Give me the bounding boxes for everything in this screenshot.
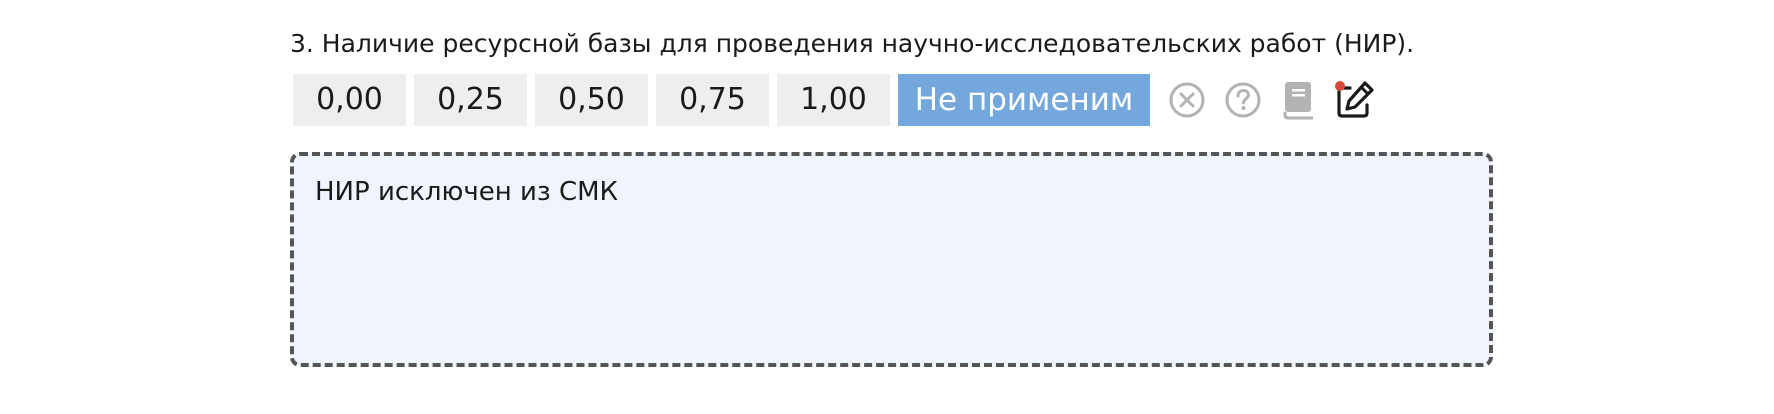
question-title: 3. Наличие ресурсной базы для проведения… — [290, 29, 1415, 58]
score-option-0-00[interactable]: 0,00 — [293, 74, 406, 126]
score-option-0-25[interactable]: 0,25 — [414, 74, 527, 126]
score-options-row: 0,00 0,25 0,50 0,75 1,00 Не применим — [293, 74, 1386, 126]
question-circle-icon[interactable] — [1218, 74, 1268, 126]
comment-box[interactable]: НИР исключен из СМК — [290, 152, 1493, 367]
edit-icon[interactable] — [1330, 74, 1380, 126]
score-option-0-50[interactable]: 0,50 — [535, 74, 648, 126]
score-option-1-00[interactable]: 1,00 — [777, 74, 890, 126]
close-circle-icon[interactable] — [1162, 74, 1212, 126]
score-option-0-75[interactable]: 0,75 — [656, 74, 769, 126]
not-applicable-button[interactable]: Не применим — [898, 74, 1150, 126]
notification-dot — [1335, 81, 1345, 91]
book-icon[interactable] — [1274, 74, 1324, 126]
